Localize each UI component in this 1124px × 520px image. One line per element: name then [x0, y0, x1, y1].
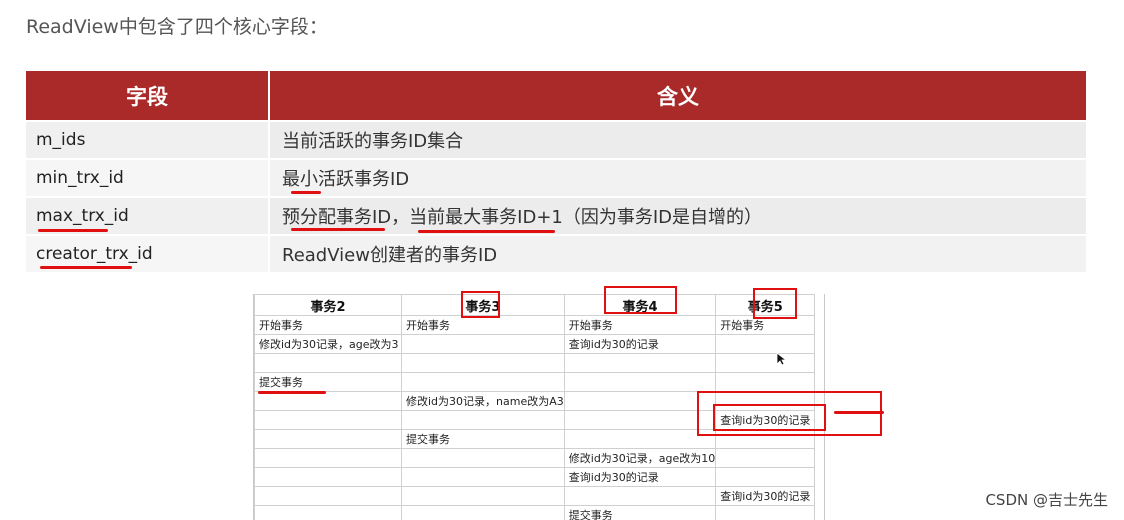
tx-cell [254, 467, 402, 487]
table-row: min_trx_id 最小活跃事务ID [26, 158, 1086, 197]
tx-cell: 查询id为30的记录 [715, 486, 816, 506]
readview-fields-table: 字段 含义 m_ids 当前活跃的事务ID集合 min_trx_id 最小活跃事… [26, 71, 1086, 272]
underline-maxid [418, 230, 555, 233]
tx-cell: 修改id为30记录，age改为3 [254, 334, 402, 354]
field-meaning: 最小活跃事务ID [268, 158, 1086, 197]
tx-cell: 查询id为30的记录 [563, 467, 717, 487]
tx-cell [715, 448, 816, 468]
tx-cell [715, 467, 816, 487]
tx-cell [563, 410, 717, 430]
tx-cell [715, 334, 816, 354]
field-name: m_ids [26, 120, 269, 159]
tx-cell [254, 410, 402, 430]
table-row: 开始事务 开始事务 开始事务 开始事务 [254, 315, 816, 335]
tx-cell: 提交事务 [401, 429, 565, 449]
highlight-box-tx3 [461, 291, 500, 318]
underline-prealloc [291, 228, 385, 231]
tx-cell: 修改id为30记录，name改为A3 [401, 391, 565, 411]
table-row: 修改id为30记录，age改为10 [254, 448, 816, 468]
tx-cell [401, 467, 565, 487]
tx-cell [401, 486, 565, 506]
field-name: min_trx_id [26, 158, 269, 197]
tx-cell [401, 334, 565, 354]
tx-cell: 开始事务 [563, 315, 717, 335]
table-row: 查询id为30的记录 [254, 486, 816, 506]
tx-cell [401, 410, 565, 430]
underline-min [291, 191, 321, 194]
field-meaning: 当前活跃的事务ID集合 [268, 120, 1086, 159]
table-row: 提交事务 [254, 372, 816, 392]
tx-cell [401, 448, 565, 468]
underline-creator-field [40, 266, 132, 269]
tx-cell [715, 353, 816, 373]
highlight-box-tx4 [604, 286, 677, 314]
tx-cell [563, 486, 717, 506]
tx-cell [254, 505, 402, 520]
table-row [254, 353, 816, 373]
table-row: 提交事务 [254, 505, 816, 520]
table-row: m_ids 当前活跃的事务ID集合 [26, 120, 1086, 159]
tx-cell [401, 353, 565, 373]
tx-cell [254, 486, 402, 506]
table-row: max_trx_id 预分配事务ID，当前最大事务ID+1（因为事务ID是自增的… [26, 196, 1086, 235]
table-row: 查询id为30的记录 [254, 467, 816, 487]
tx-header-2: 事务2 [254, 294, 402, 316]
table-row: 修改id为30记录，age改为3 查询id为30的记录 [254, 334, 816, 354]
highlight-box-tx5 [753, 288, 797, 319]
tx-cell: 开始事务 [254, 315, 402, 335]
tx-cell [715, 505, 816, 520]
highlight-box-query-inner [713, 404, 826, 431]
tx-cell [563, 429, 717, 449]
tx-cell [563, 353, 717, 373]
tx-cell [715, 372, 816, 392]
tx-cell: 修改id为30记录，age改为10 [563, 448, 717, 468]
underline-max-field [38, 229, 108, 232]
tx-cell: 开始事务 [401, 315, 565, 335]
tx-cell [401, 372, 565, 392]
tx-cell [254, 429, 402, 449]
underline-commit [258, 391, 326, 394]
tx-cell: 查询id为30的记录 [563, 334, 717, 354]
tx-cell [254, 448, 402, 468]
tx-cell: 提交事务 [254, 372, 402, 392]
intro-text: ReadView中包含了四个核心字段： [26, 16, 328, 38]
header-meaning: 含义 [268, 71, 1086, 121]
table-row: creator_trx_id ReadView创建者的事务ID [26, 234, 1086, 272]
mouse-cursor-icon [776, 352, 788, 366]
tx-cell [254, 353, 402, 373]
tx-cell [254, 391, 402, 411]
csdn-watermark: CSDN @吉士先生 [985, 491, 1108, 509]
field-meaning: 预分配事务ID，当前最大事务ID+1（因为事务ID是自增的） [268, 196, 1086, 235]
field-meaning: ReadView创建者的事务ID [268, 234, 1086, 272]
tx-cell [563, 391, 717, 411]
tx-cell [563, 372, 717, 392]
tx-cell [401, 505, 565, 520]
tx-cell: 提交事务 [563, 505, 717, 520]
header-field: 字段 [26, 71, 269, 121]
